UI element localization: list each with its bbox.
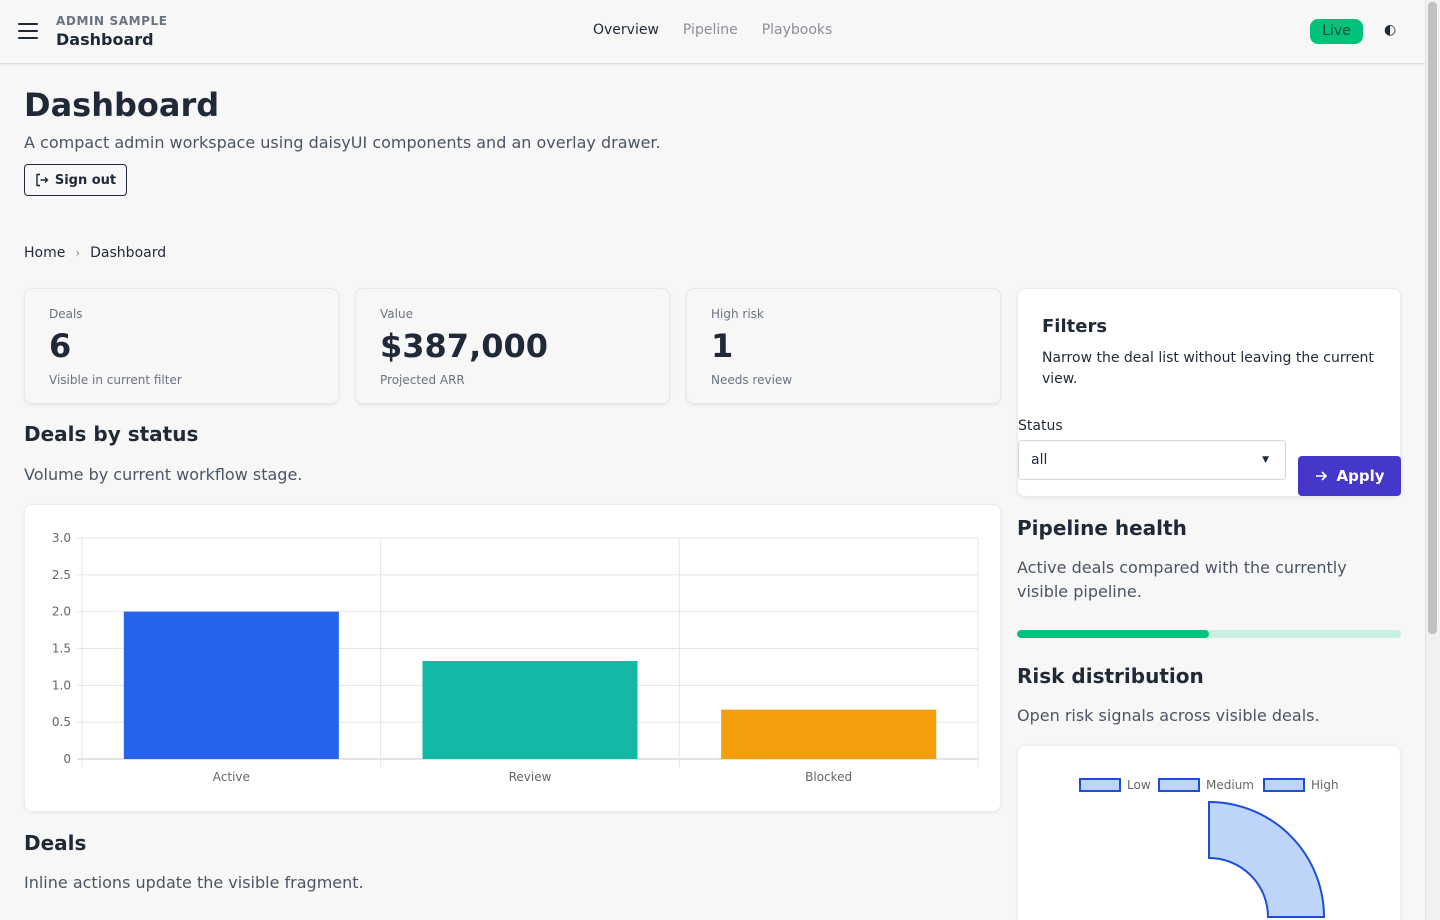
y-tick-label: 1.0: [52, 678, 71, 692]
breadcrumb: Home › Dashboard: [24, 245, 166, 261]
y-tick-label: 1.5: [52, 642, 71, 656]
pie-chart: Low Medium High: [1079, 778, 1339, 918]
apply-button[interactable]: Apply: [1298, 456, 1401, 496]
risk-distribution-title: Risk distribution: [1017, 664, 1204, 688]
live-badge: Live: [1310, 19, 1363, 44]
caret-down-icon: ▼: [1262, 455, 1269, 465]
legend-label: Medium: [1206, 778, 1254, 792]
stat-value: 1: [711, 327, 734, 365]
brand-kicker: ADMIN SAMPLE: [56, 14, 168, 28]
stat-desc: Projected ARR: [380, 373, 465, 387]
apply-label: Apply: [1336, 467, 1385, 485]
y-tick-label: 2.0: [52, 605, 71, 619]
bar-blocked: [721, 709, 937, 759]
stat-value: 6: [49, 327, 72, 365]
stat-desc: Visible in current filter: [49, 373, 182, 387]
breadcrumb-current: Dashboard: [90, 245, 167, 261]
legend-swatch-medium: [1158, 778, 1200, 792]
page-subtitle: A compact admin workspace using daisyUI …: [24, 133, 661, 152]
sign-out-label: Sign out: [54, 172, 117, 188]
legend-label: Low: [1127, 778, 1151, 792]
bar-chart: 0 0.5 1.0 1.5 2.0 2.5 3.0 Active Review Blocked: [52, 531, 979, 784]
nav-link-playbooks[interactable]: Playbooks: [750, 20, 845, 40]
deals-by-status-title: Deals by status: [24, 422, 199, 446]
y-tick-label: 2.5: [52, 568, 71, 582]
x-tick-label: Blocked: [805, 770, 852, 784]
top-navbar: ADMIN SAMPLE Dashboard Overview Pipeline…: [0, 0, 1425, 64]
stat-desc: Needs review: [711, 373, 793, 387]
filters-title: Filters: [1042, 316, 1108, 337]
menu-icon[interactable]: [18, 23, 38, 41]
legend-swatch-low: [1079, 778, 1121, 792]
page-title: Dashboard: [24, 86, 220, 124]
chevron-right-icon: ›: [75, 246, 81, 260]
deals-desc: Inline actions update the visible fragme…: [24, 873, 364, 892]
sign-out-button[interactable]: Sign out: [24, 164, 127, 196]
scrollbar-thumb[interactable]: [1428, 2, 1437, 634]
pipeline-progress-bar: [1017, 630, 1401, 638]
risk-distribution-chart: Low Medium High: [1017, 745, 1401, 920]
theme-toggle-icon[interactable]: ◐: [1384, 22, 1396, 38]
filters-card: Filters Narrow the deal list without lea…: [1017, 288, 1401, 497]
y-tick-label: 3.0: [52, 531, 71, 545]
nav-link-overview[interactable]: Overview: [581, 20, 671, 40]
legend-swatch-high: [1263, 778, 1305, 792]
status-select-value: all: [1031, 452, 1048, 468]
x-tick-label: Active: [213, 770, 250, 784]
filters-desc: Narrow the deal list without leaving the…: [1042, 350, 1374, 387]
pipeline-progress-fill: [1017, 630, 1209, 638]
bar-review: [422, 661, 638, 759]
nav-link-pipeline[interactable]: Pipeline: [671, 20, 750, 40]
arrow-right-icon: [1316, 471, 1328, 481]
stat-label: Deals: [49, 307, 83, 321]
x-tick-label: Review: [509, 770, 552, 784]
sign-out-icon: [36, 173, 49, 187]
stat-label: Value: [380, 307, 413, 321]
deals-by-status-chart: 0 0.5 1.0 1.5 2.0 2.5 3.0 Active Review Blocked: [24, 504, 1001, 812]
brand-title[interactable]: Dashboard: [56, 30, 154, 49]
stat-card-deals: Deals 6 Visible in current filter: [24, 288, 339, 404]
deals-by-status-desc: Volume by current workflow stage.: [24, 465, 303, 484]
deals-title: Deals: [24, 831, 87, 855]
pipeline-health-desc: Active deals compared with the currently…: [1017, 558, 1347, 601]
stat-value: $387,000: [380, 327, 549, 365]
y-tick-label: 0: [63, 752, 71, 766]
bar-active: [123, 611, 339, 759]
stat-card-value: Value $387,000 Projected ARR: [355, 288, 670, 404]
stat-label: High risk: [711, 307, 764, 321]
status-select[interactable]: all ▼: [1018, 440, 1286, 480]
risk-distribution-desc: Open risk signals across visible deals.: [1017, 706, 1320, 725]
nav-links: Overview Pipeline Playbooks: [581, 20, 844, 40]
y-tick-label: 0.5: [52, 715, 71, 729]
pipeline-health-title: Pipeline health: [1017, 516, 1187, 540]
legend-label: High: [1311, 778, 1339, 792]
pie-slice: [1208, 800, 1326, 918]
breadcrumb-home[interactable]: Home: [24, 245, 65, 261]
stat-card-high-risk: High risk 1 Needs review: [686, 288, 1001, 404]
status-label: Status: [1018, 418, 1063, 434]
